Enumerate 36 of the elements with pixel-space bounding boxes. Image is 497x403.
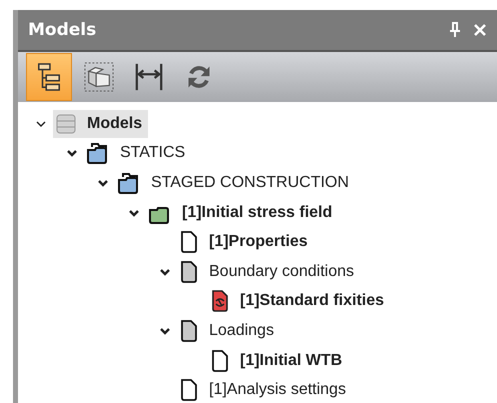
dimension-icon: [134, 62, 164, 92]
tree-item[interactable]: [1]Properties: [177, 228, 314, 256]
tree-item[interactable]: Loadings: [177, 316, 280, 345]
tree-item-label: STAGED CONSTRUCTION: [151, 174, 349, 192]
tree-item[interactable]: [1]Initial stress field: [146, 198, 338, 227]
folder-icon: [86, 141, 110, 166]
tree-item-label: Boundary conditions: [209, 262, 354, 281]
tree-item-label: Loadings: [209, 322, 274, 340]
tree-item[interactable]: STAGED CONSTRUCTION: [115, 168, 355, 197]
document-icon: [179, 260, 199, 284]
tree-item-label: [1]Initial WTB: [240, 352, 342, 370]
tree-item-label: [1]Standard fixities: [240, 292, 384, 310]
tree-item-label: [1]Initial stress field: [182, 204, 332, 222]
chevron-down-icon[interactable]: [66, 147, 78, 160]
pin-icon[interactable]: [449, 22, 461, 38]
fixity-icon: [210, 289, 230, 314]
tree-item-label: [1]Analysis settings: [209, 381, 346, 400]
document-icon: [179, 318, 199, 343]
tree-item-label: STATICS: [120, 144, 186, 162]
database-icon: [55, 112, 77, 136]
tree-item[interactable]: [1]Initial WTB: [208, 346, 348, 375]
tree-item[interactable]: [1]Analysis settings: [177, 376, 352, 403]
tree-button[interactable]: [26, 53, 72, 101]
tree-item[interactable]: [1]Standard fixities: [208, 287, 390, 316]
tree-view-icon: [36, 62, 62, 92]
tree-item[interactable]: Boundary conditions: [177, 258, 360, 286]
document-icon: [179, 230, 199, 254]
tree-item-label: Models: [87, 114, 142, 133]
tree-item[interactable]: Models: [53, 110, 148, 138]
document-icon: [210, 348, 230, 373]
close-icon[interactable]: [473, 23, 487, 37]
tree-item[interactable]: STATICS: [84, 139, 192, 168]
tree-item-label: [1]Properties: [209, 233, 308, 252]
folder-icon: [117, 170, 141, 195]
panel-title: Models: [28, 20, 96, 40]
box-icon: [84, 62, 114, 92]
